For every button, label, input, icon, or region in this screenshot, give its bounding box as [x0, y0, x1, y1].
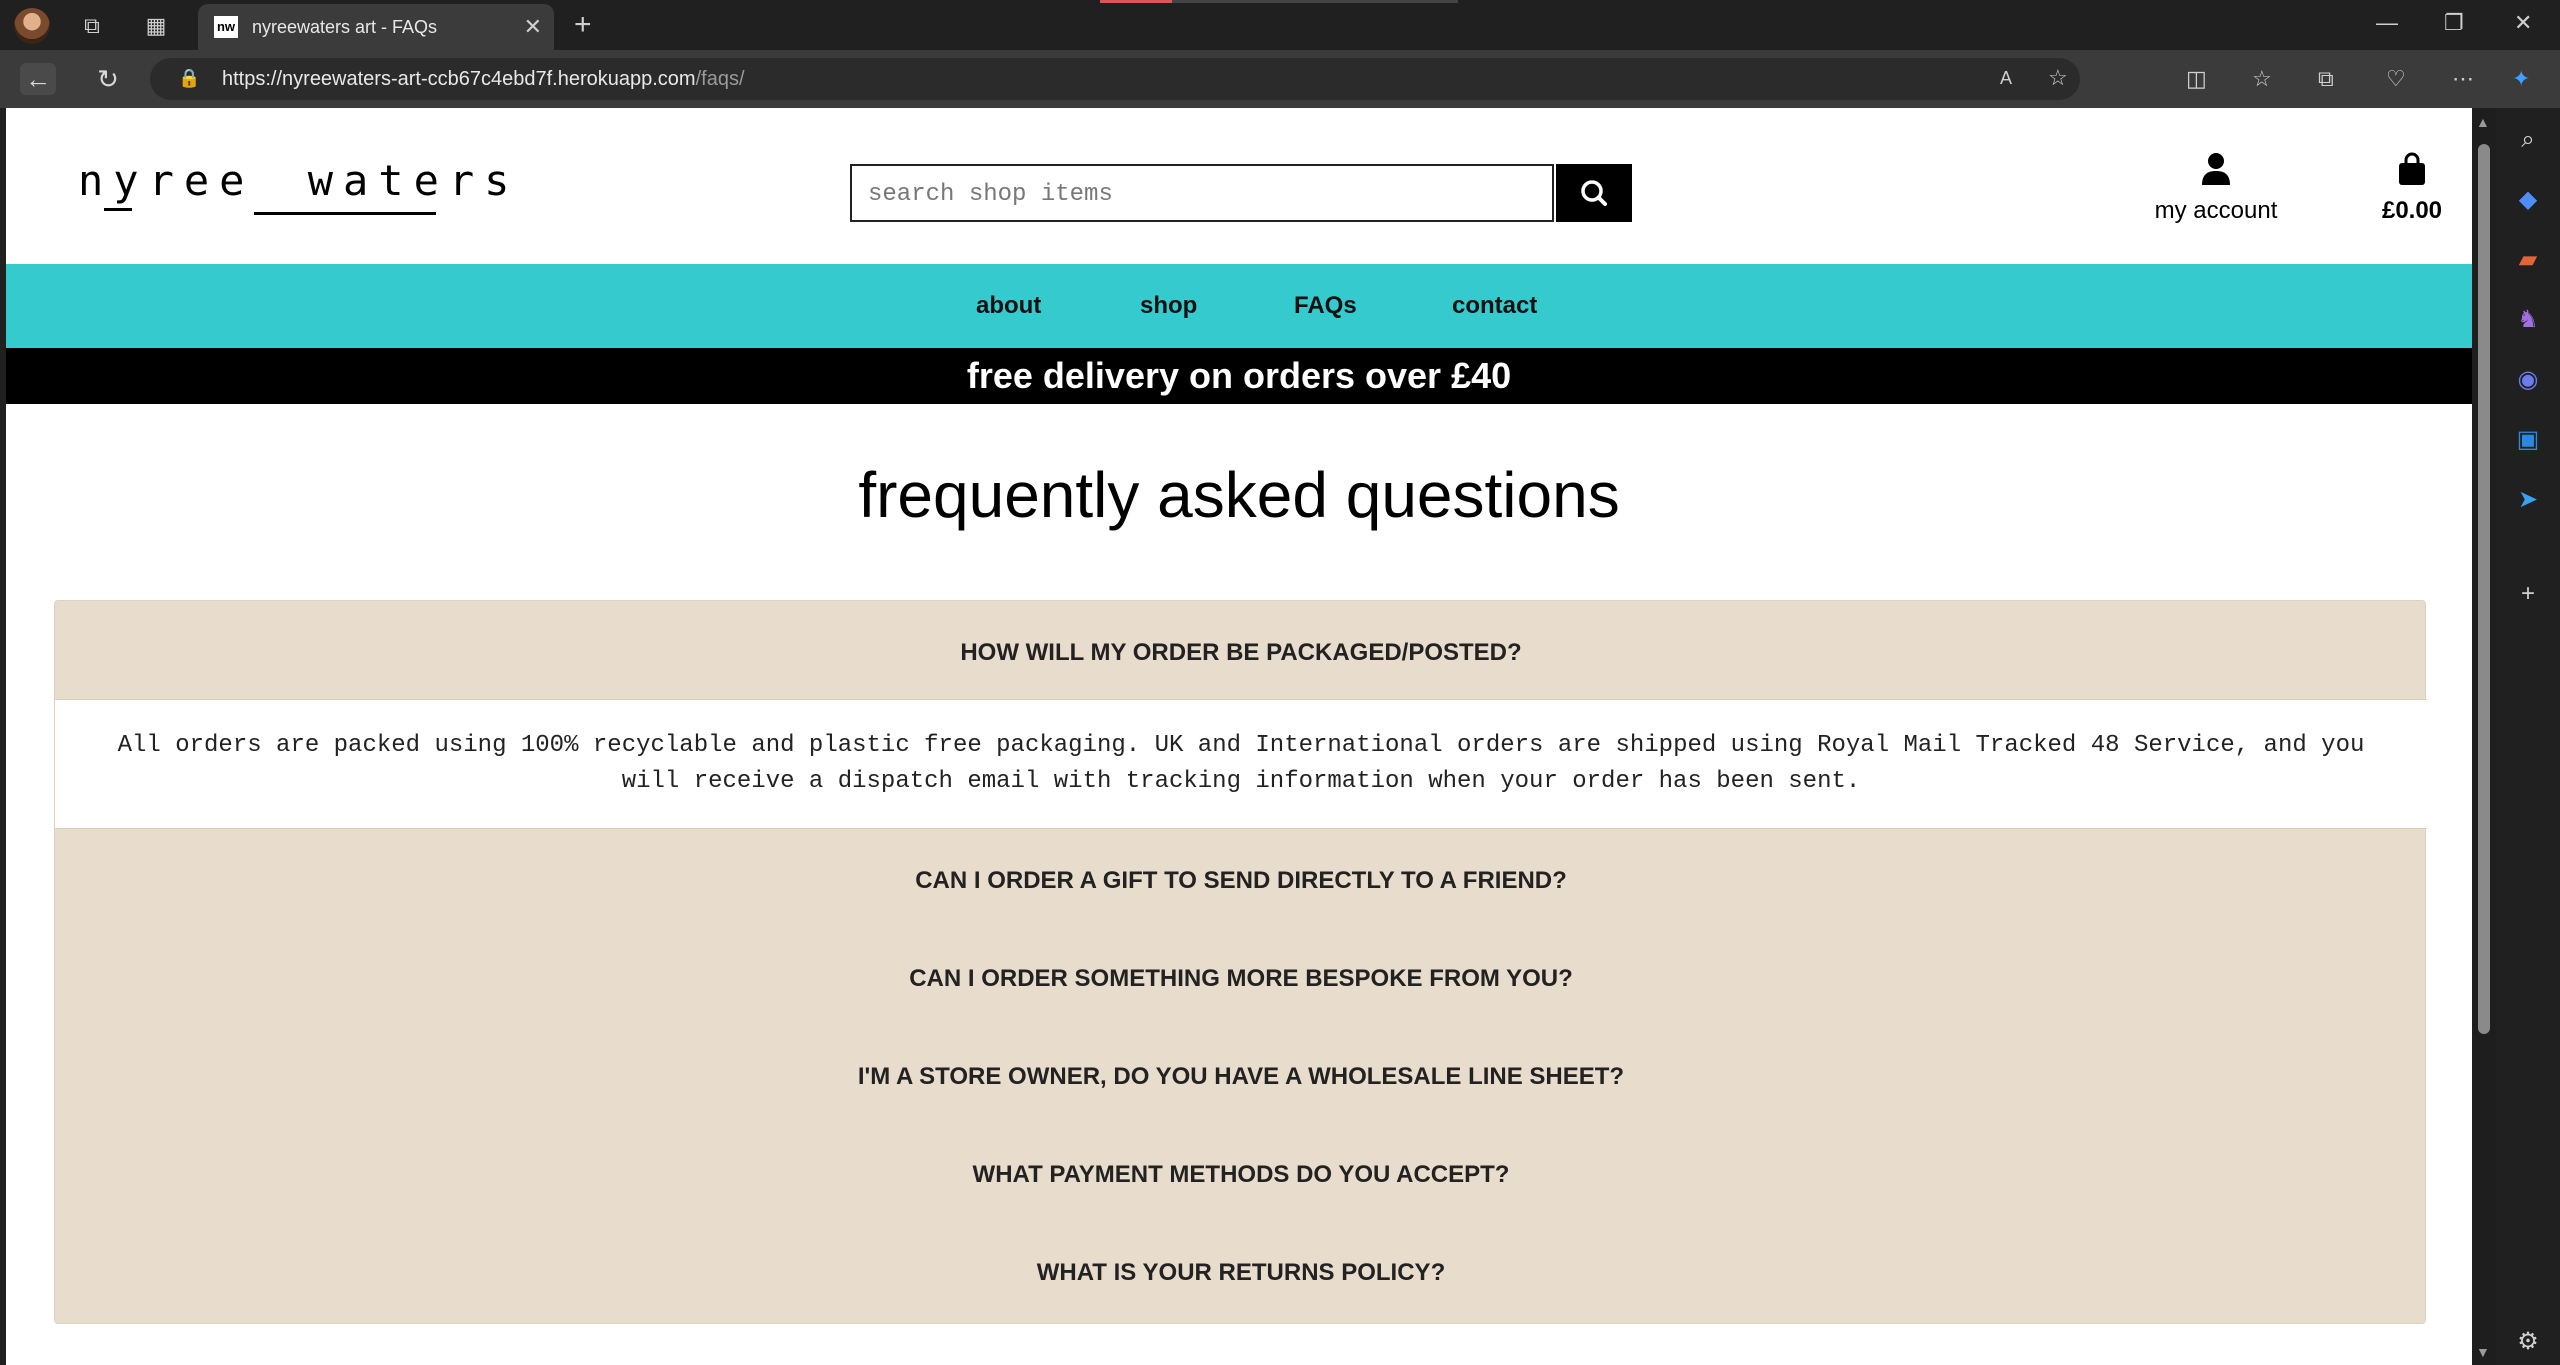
favorites-icon[interactable]: ☆ — [2252, 63, 2272, 95]
logo-underline — [104, 208, 132, 211]
main-nav: about shop FAQs contact — [6, 264, 2472, 348]
nav-contact[interactable]: contact — [1452, 292, 1537, 320]
collections-icon[interactable]: ⧉ — [2318, 63, 2334, 95]
new-tab-icon[interactable]: + — [574, 10, 592, 40]
shopping-tag-icon[interactable]: ◆ — [2512, 184, 2544, 216]
faq-question-wholesale[interactable]: I'M A STORE OWNER, DO YOU HAVE A WHOLESA… — [55, 1063, 2427, 1091]
page-viewport: nyree waters my account £0.00 about shop… — [6, 108, 2472, 1365]
scroll-thumb[interactable] — [2478, 144, 2490, 1034]
tab-title: nyreewaters art - FAQs — [252, 17, 438, 37]
vertical-tabs-icon[interactable]: ▦ — [142, 12, 170, 40]
minimize-icon[interactable]: — — [2376, 10, 2398, 36]
logo-underline — [254, 212, 436, 215]
my-account-label: my account — [2154, 197, 2278, 224]
browser-essentials-icon[interactable]: ♡ — [2386, 63, 2406, 95]
faq-question-returns[interactable]: WHAT IS YOUR RETURNS POLICY? — [55, 1259, 2427, 1287]
nav-faqs[interactable]: FAQs — [1294, 292, 1357, 320]
page-scrollbar[interactable]: ▲ ▼ — [2472, 108, 2496, 1365]
scroll-up-arrow-icon[interactable]: ▲ — [2476, 114, 2490, 130]
search-sidebar-icon[interactable]: ⌕ — [2512, 124, 2544, 156]
address-toolbar: ← ↻ 🔒 https://nyreewaters-art-ccb67c4ebd… — [0, 50, 2560, 108]
back-arrow-icon[interactable]: ← — [20, 63, 56, 95]
shopping-bag-link[interactable]: £0.00 — [2352, 152, 2472, 225]
faq-question-bespoke[interactable]: CAN I ORDER SOMETHING MORE BESPOKE FROM … — [55, 965, 2427, 993]
faq-accordion: HOW WILL MY ORDER BE PACKAGED/POSTED? Al… — [54, 600, 2427, 1324]
refresh-icon[interactable]: ↻ — [90, 63, 126, 95]
microsoft-365-icon[interactable]: ◉ — [2512, 364, 2544, 396]
tab-favicon: nw — [214, 16, 238, 38]
shopping-bag-icon — [2399, 152, 2425, 185]
url-host: https://nyreewaters-art-ccb67c4ebd7f.her… — [222, 68, 696, 90]
lock-icon[interactable]: 🔒 — [178, 68, 200, 90]
faq-question-packaging[interactable]: HOW WILL MY ORDER BE PACKAGED/POSTED? — [55, 639, 2427, 667]
faq-answer-packaging: All orders are packed using 100% recycla… — [55, 699, 2427, 829]
add-sidebar-app-icon[interactable]: + — [2512, 578, 2544, 610]
copilot-icon[interactable]: ✦ — [2512, 63, 2530, 95]
favorite-star-icon[interactable]: ☆ — [2048, 62, 2068, 94]
faq-question-payment[interactable]: WHAT PAYMENT METHODS DO YOU ACCEPT? — [55, 1161, 2427, 1189]
tools-briefcase-icon[interactable]: ▰ — [2512, 244, 2544, 276]
outlook-icon[interactable]: ▣ — [2512, 424, 2544, 456]
more-menu-icon[interactable]: ⋯ — [2452, 63, 2474, 95]
loading-indicator — [1100, 0, 1172, 3]
scroll-down-arrow-icon[interactable]: ▼ — [2476, 1344, 2490, 1360]
close-tab-icon[interactable]: ✕ — [524, 14, 542, 40]
nav-shop[interactable]: shop — [1140, 292, 1197, 320]
close-window-icon[interactable]: ✕ — [2514, 10, 2532, 36]
games-icon[interactable]: ♞ — [2512, 304, 2544, 336]
page-title: frequently asked questions — [858, 459, 1620, 531]
sidebar-settings-icon[interactable]: ⚙ — [2512, 1326, 2544, 1358]
user-icon — [2202, 153, 2230, 185]
delivery-banner: free delivery on orders over £40 — [6, 348, 2472, 404]
search-box — [850, 164, 1554, 222]
my-account-link[interactable]: my account — [2146, 152, 2286, 225]
read-aloud-icon[interactable]: A — [2000, 62, 2012, 94]
search-input[interactable] — [868, 176, 1528, 212]
split-screen-icon[interactable]: ◫ — [2186, 63, 2207, 95]
browser-sidebar: ⌕ ◆ ▰ ♞ ◉ ▣ ➤ + ⚙ — [2496, 108, 2560, 1365]
search-button[interactable] — [1556, 164, 1632, 222]
site-logo[interactable]: nyree waters — [78, 156, 519, 205]
restore-icon[interactable]: ❐ — [2444, 10, 2464, 36]
nav-about[interactable]: about — [976, 292, 1041, 320]
send-icon[interactable]: ➤ — [2512, 484, 2544, 516]
workspaces-icon[interactable]: ⧉ — [78, 12, 106, 40]
browser-tab-bar: ⧉ ▦ nw nyreewaters art - FAQs ✕ + — ❐ ✕ — [0, 0, 2560, 50]
url-path: /faqs/ — [695, 68, 745, 90]
active-tab[interactable]: nw nyreewaters art - FAQs ✕ — [198, 4, 554, 50]
url-text: https://nyreewaters-art-ccb67c4ebd7f.her… — [222, 68, 745, 91]
url-field[interactable]: 🔒 https://nyreewaters-art-ccb67c4ebd7f.h… — [150, 58, 2080, 100]
logo-word-1: nyree — [78, 156, 255, 205]
loading-track — [1172, 0, 1458, 3]
profile-avatar[interactable] — [14, 8, 50, 44]
bag-total: £0.00 — [2381, 197, 2443, 224]
faq-question-gift[interactable]: CAN I ORDER A GIFT TO SEND DIRECTLY TO A… — [55, 867, 2427, 895]
search-icon — [1581, 180, 1607, 206]
logo-word-2: waters — [307, 156, 520, 205]
